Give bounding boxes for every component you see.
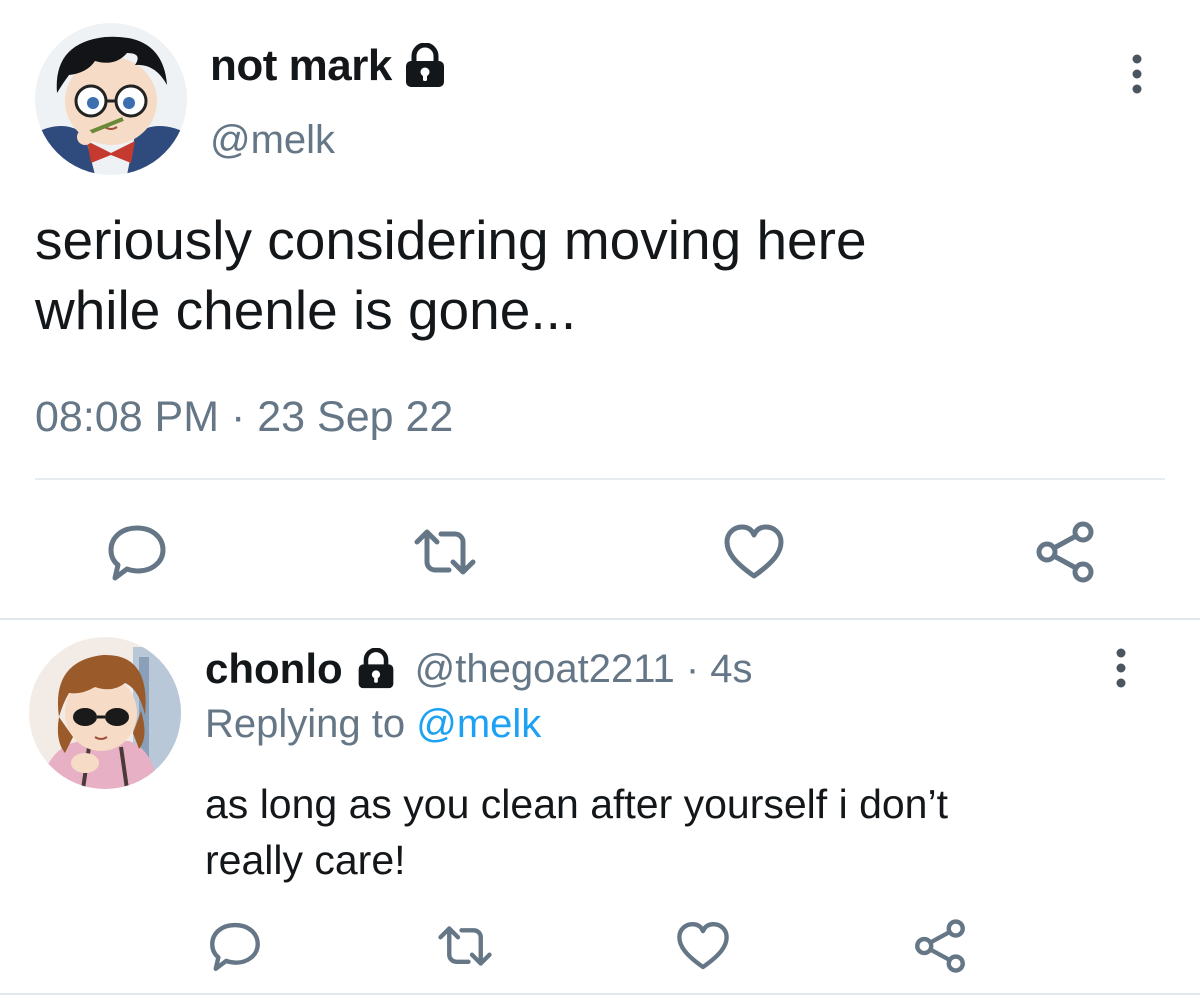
tweet-detail-screen: not mark @melk seriously considering mov… bbox=[0, 0, 1200, 997]
reply-icon[interactable] bbox=[207, 918, 263, 974]
replying-to-mention[interactable]: @melk bbox=[416, 702, 541, 746]
tweet-text: seriously considering moving here while … bbox=[35, 205, 1155, 345]
retweet-icon[interactable] bbox=[413, 520, 477, 584]
share-icon[interactable] bbox=[912, 918, 968, 974]
reply-avatar[interactable] bbox=[29, 637, 181, 789]
like-icon[interactable] bbox=[722, 520, 786, 584]
reply-icon[interactable] bbox=[105, 520, 169, 584]
tweet-timestamp[interactable]: 08:08 PM · 23 Sep 22 bbox=[35, 393, 453, 442]
share-icon[interactable] bbox=[1033, 520, 1097, 584]
lock-icon bbox=[355, 648, 397, 690]
like-icon[interactable] bbox=[675, 918, 731, 974]
display-name[interactable]: not mark bbox=[210, 41, 392, 91]
more-options-icon[interactable] bbox=[1108, 646, 1134, 690]
reply-text-line: really care! bbox=[205, 837, 406, 883]
divider bbox=[0, 993, 1200, 995]
retweet-icon[interactable] bbox=[437, 918, 493, 974]
reply-text: as long as you clean after yourself i do… bbox=[205, 776, 1165, 888]
divider bbox=[0, 618, 1200, 620]
anime-girl-sunglasses-avatar-icon bbox=[29, 637, 181, 789]
reply-author-row: chonlo @thegoat2211 · 4s bbox=[205, 644, 753, 694]
reply-text-line: as long as you clean after yourself i do… bbox=[205, 781, 948, 827]
replying-to: Replying to @melk bbox=[205, 702, 541, 747]
lock-icon bbox=[402, 43, 448, 89]
reply-action-bar bbox=[0, 918, 1200, 974]
author-row: not mark bbox=[210, 40, 448, 92]
tweet-text-line: seriously considering moving here bbox=[35, 209, 867, 271]
anime-boy-glasses-avatar-icon bbox=[35, 23, 187, 175]
reply-handle-time[interactable]: @thegoat2211 · 4s bbox=[415, 647, 753, 692]
divider bbox=[35, 478, 1165, 480]
user-handle[interactable]: @melk bbox=[210, 118, 335, 163]
tweet-action-bar bbox=[0, 520, 1200, 584]
replying-to-label: Replying to bbox=[205, 702, 406, 746]
avatar[interactable] bbox=[35, 23, 187, 175]
reply-display-name[interactable]: chonlo bbox=[205, 645, 343, 693]
tweet-text-line: while chenle is gone... bbox=[35, 279, 577, 341]
more-options-icon[interactable] bbox=[1124, 52, 1150, 96]
